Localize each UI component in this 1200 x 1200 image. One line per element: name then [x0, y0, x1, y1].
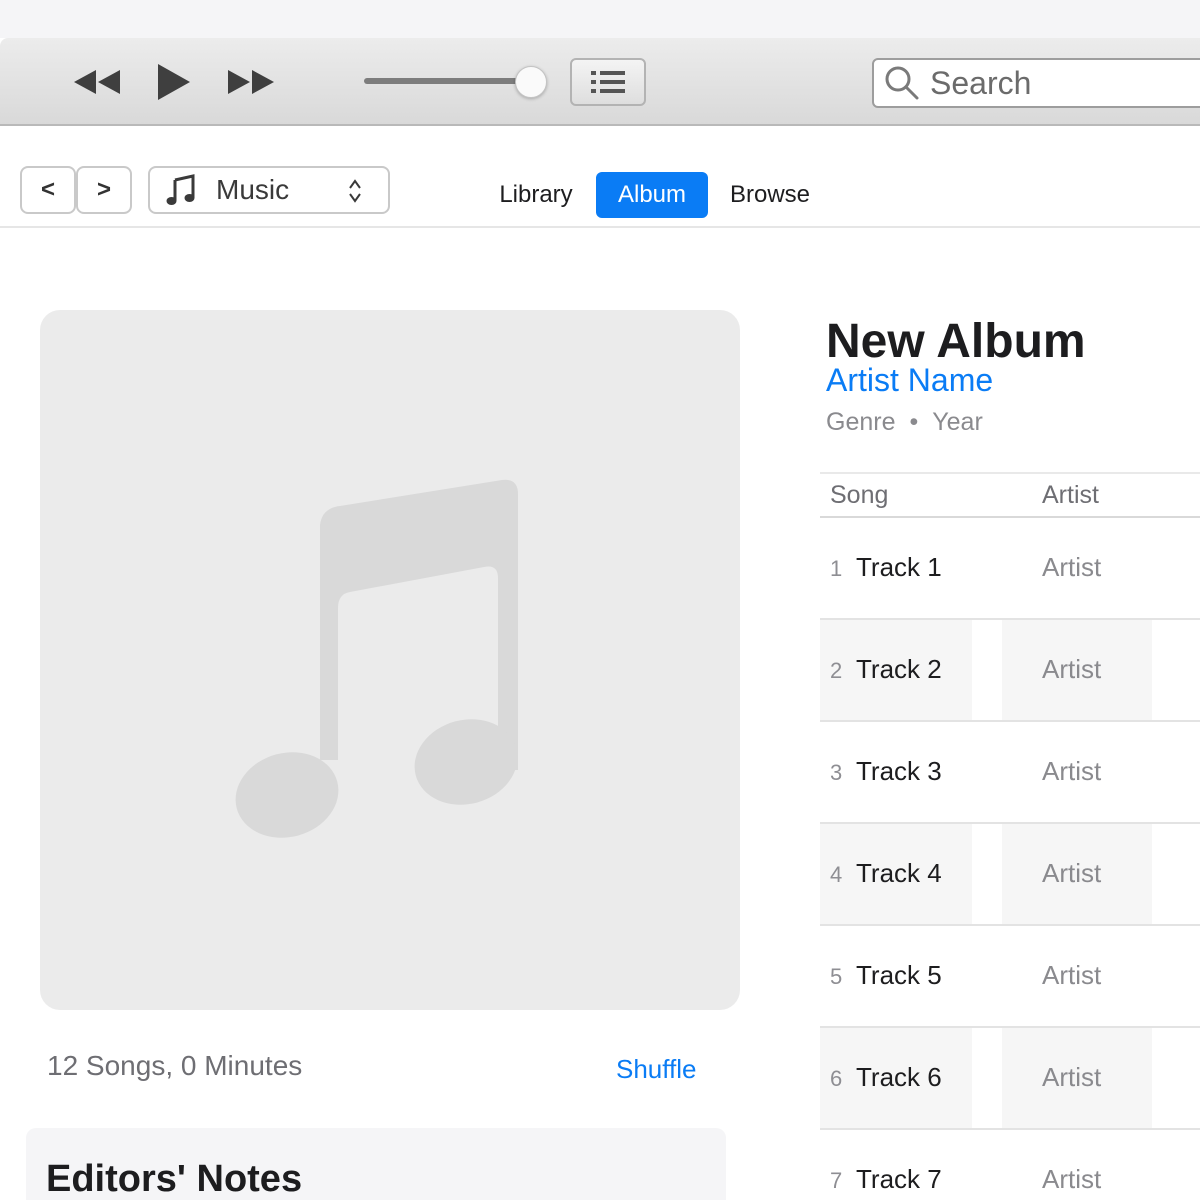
album-artwork [40, 310, 740, 1010]
songs-summary: 12 Songs, 0 Minutes [47, 1050, 303, 1081]
fast-forward-icon [228, 70, 274, 94]
itunes-window: < > Music Library Album Browse [0, 0, 1200, 1200]
fast-forward-button[interactable] [222, 38, 282, 126]
table-row[interactable]: 6 Track 6 Artist [820, 1028, 1200, 1130]
track-number: 5 [830, 964, 843, 989]
play-button[interactable] [150, 38, 198, 126]
table-row[interactable]: 2 Track 2 Artist [820, 620, 1200, 722]
table-row[interactable]: 5 Track 5 Artist [820, 926, 1200, 1028]
track-number: 1 [830, 556, 843, 581]
artist-name-link[interactable]: Artist Name [826, 362, 993, 399]
track-artist: Artist [1042, 654, 1102, 684]
table-row[interactable]: 7 Track 7 Artist [820, 1130, 1200, 1200]
shuffle-button[interactable]: Shuffle [616, 1054, 696, 1085]
search-field[interactable] [872, 58, 1200, 108]
column-header-song[interactable]: Song [830, 481, 888, 510]
editors-notes-title: Editors' Notes [46, 1158, 303, 1200]
tab-album[interactable]: Album [596, 172, 708, 218]
album-meta: Genre • Year [826, 408, 983, 437]
album-genre: Genre [826, 408, 896, 436]
music-note-icon [166, 174, 195, 205]
rewind-icon [74, 70, 120, 94]
volume-slider-knob[interactable] [515, 66, 548, 98]
track-title: Track 7 [856, 1164, 942, 1194]
search-icon [885, 66, 919, 100]
track-artist: Artist [1042, 858, 1102, 888]
play-icon [158, 64, 190, 100]
media-source-select[interactable]: Music [148, 166, 390, 214]
table-row[interactable]: 1 Track 1 Artist [820, 518, 1200, 620]
meta-separator: • [909, 408, 919, 436]
tab-browse[interactable]: Browse [720, 172, 820, 218]
track-title: Track 1 [856, 552, 942, 582]
up-next-list-button[interactable] [570, 58, 646, 106]
window-top-bar [0, 0, 1200, 38]
player-toolbar [0, 38, 1200, 126]
rewind-button[interactable] [66, 38, 126, 126]
track-artist: Artist [1042, 1062, 1102, 1092]
search-input[interactable] [930, 64, 1200, 102]
track-artist: Artist [1042, 960, 1102, 990]
track-list-header: Song Artist [820, 472, 1200, 518]
track-artist: Artist [1042, 756, 1102, 786]
media-source-label: Music [216, 174, 290, 205]
track-list: Song Artist 1 Track 1 Artist 2 Track 2 A… [820, 472, 1200, 1200]
track-title: Track 6 [856, 1062, 942, 1092]
track-number: 2 [830, 658, 843, 683]
track-title: Track 2 [856, 654, 942, 684]
track-artist: Artist [1042, 1164, 1102, 1194]
tab-library[interactable]: Library [486, 172, 586, 218]
table-row[interactable]: 4 Track 4 Artist [820, 824, 1200, 926]
track-number: 6 [830, 1066, 843, 1091]
album-title: New Album [826, 315, 1086, 368]
up-down-chevron-icon [349, 179, 361, 203]
track-title: Track 5 [856, 960, 942, 990]
album-year: Year [932, 408, 983, 436]
track-number: 4 [830, 862, 843, 887]
navigation-bar: < > Music Library Album Browse [0, 126, 1200, 228]
table-row[interactable]: 3 Track 3 Artist [820, 722, 1200, 824]
list-icon [591, 71, 625, 93]
track-title: Track 4 [856, 858, 942, 888]
back-button[interactable]: < [20, 166, 76, 214]
editors-notes-card: Editors' Notes [26, 1128, 726, 1200]
column-header-artist[interactable]: Artist [1042, 481, 1099, 510]
music-note-icon [235, 479, 518, 838]
track-artist: Artist [1042, 552, 1102, 582]
forward-button[interactable]: > [76, 166, 132, 214]
track-number: 7 [830, 1168, 843, 1193]
track-title: Track 3 [856, 756, 942, 786]
track-number: 3 [830, 760, 843, 785]
